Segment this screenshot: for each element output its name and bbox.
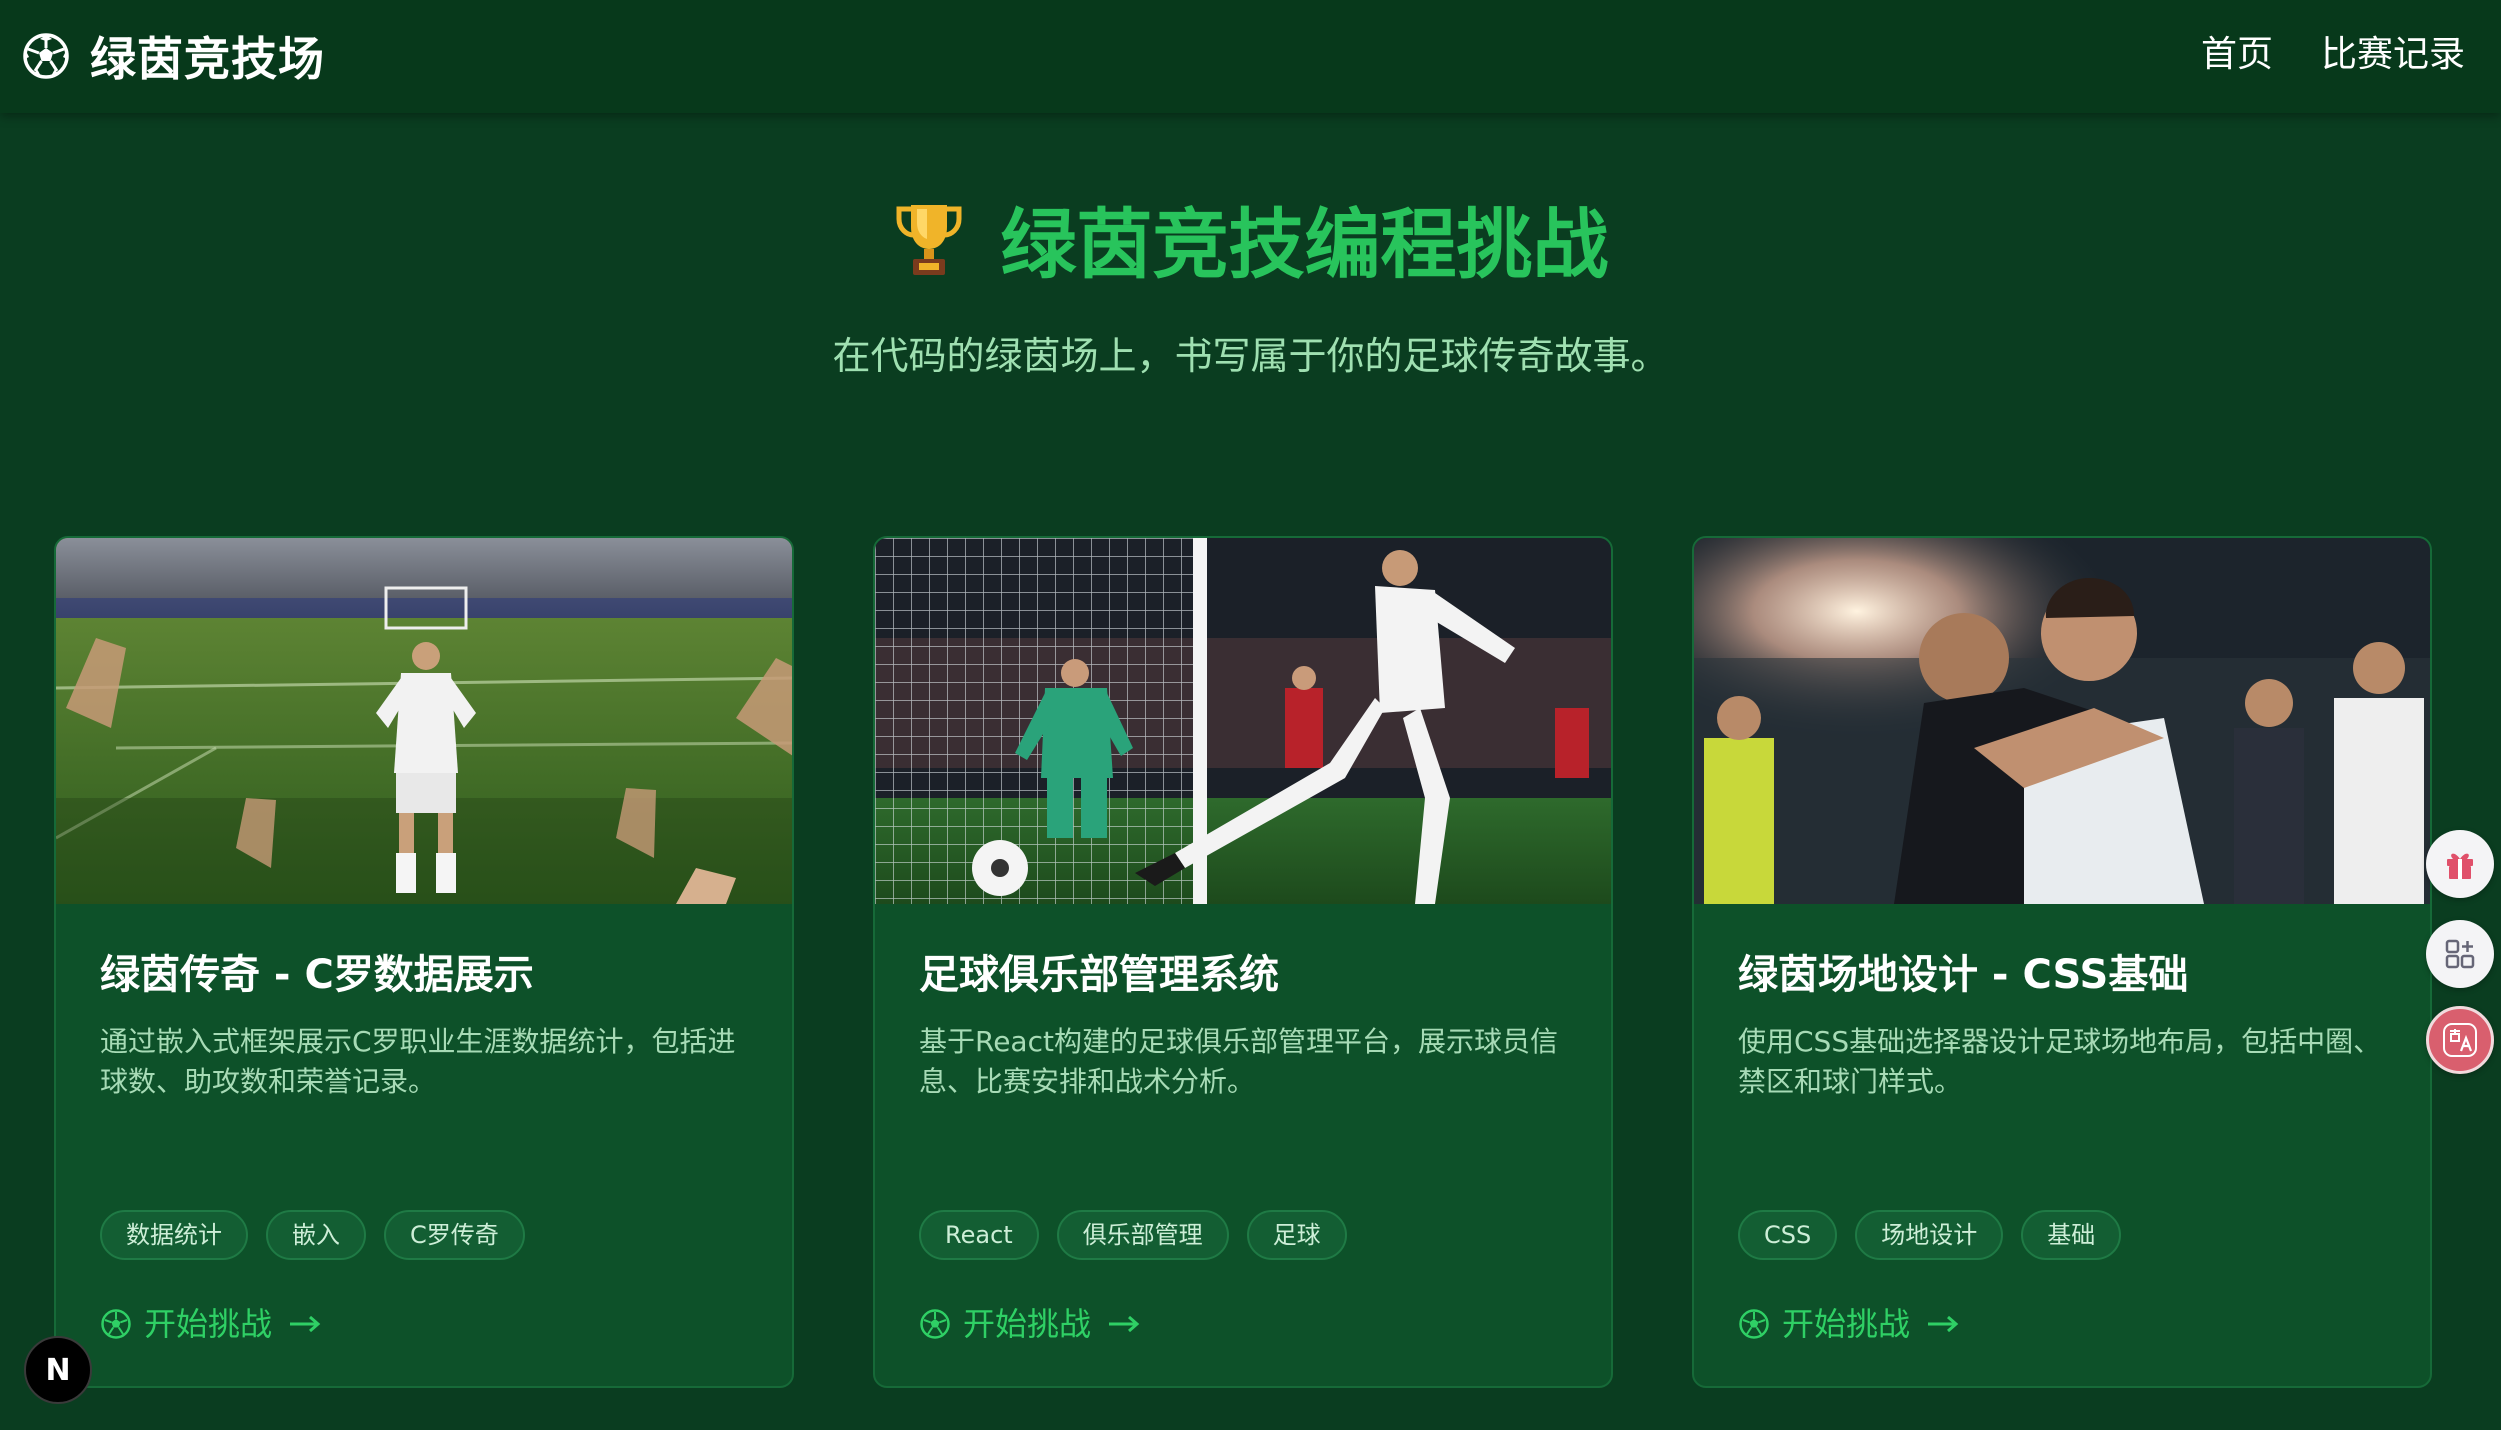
start-challenge-link[interactable]: 开始挑战 bbox=[1738, 1300, 1960, 1348]
gift-button[interactable] bbox=[2426, 830, 2494, 898]
nav-link-home[interactable]: 首页 bbox=[2201, 28, 2273, 82]
hero-subtitle: 在代码的绿茵场上，书写属于你的足球传奇故事。 bbox=[832, 334, 1669, 378]
challenge-card[interactable]: 绿茵场地设计 - CSS基础 使用CSS基础选择器设计足球场地布局，包括中圈、禁… bbox=[1692, 536, 2432, 1388]
soccer-ball-icon bbox=[101, 1309, 131, 1339]
nav-link-match-records[interactable]: 比赛记录 bbox=[2321, 28, 2465, 82]
apps-icon bbox=[2445, 939, 2475, 969]
arrow-right-icon bbox=[1928, 1315, 1959, 1333]
start-challenge-label: 开始挑战 bbox=[1782, 1305, 1911, 1343]
card-title: 足球俱乐部管理系统 bbox=[919, 952, 1279, 998]
top-navbar: 绿茵竞技场 首页 比赛记录 bbox=[0, 0, 2501, 113]
tag: 数据统计 bbox=[100, 1210, 248, 1260]
soccer-ball-icon bbox=[23, 33, 69, 79]
start-challenge-label: 开始挑战 bbox=[144, 1305, 273, 1343]
tag: CSS bbox=[1738, 1210, 1838, 1260]
nav-links: 首页 比赛记录 bbox=[2201, 28, 2465, 82]
card-title: 绿茵场地设计 - CSS基础 bbox=[1738, 952, 2189, 998]
card-image-ronaldo-celebration bbox=[56, 538, 792, 904]
tag: 足球 bbox=[1246, 1210, 1347, 1260]
tag-list: 数据统计 嵌入 C罗传奇 bbox=[100, 1210, 525, 1260]
translate-button[interactable] bbox=[2426, 1006, 2494, 1074]
brand[interactable]: 绿茵竞技场 bbox=[22, 26, 325, 86]
tag: React bbox=[919, 1210, 1039, 1260]
translate-icon bbox=[2443, 1023, 2477, 1057]
apps-button[interactable] bbox=[2426, 920, 2494, 988]
brand-name: 绿茵竞技场 bbox=[90, 32, 325, 86]
gift-icon bbox=[2447, 853, 2473, 879]
challenge-card[interactable]: 足球俱乐部管理系统 基于React构建的足球俱乐部管理平台，展示球员信息、比赛安… bbox=[873, 536, 1613, 1388]
arrow-right-icon bbox=[1109, 1315, 1140, 1333]
start-challenge-label: 开始挑战 bbox=[963, 1305, 1092, 1343]
hero-title: 绿茵竞技编程挑战 bbox=[0, 195, 2501, 295]
tag-list: React 俱乐部管理 足球 bbox=[919, 1210, 1347, 1260]
soccer-ball-icon bbox=[1739, 1309, 1769, 1339]
card-description: 使用CSS基础选择器设计足球场地布局，包括中圈、禁区和球门样式。 bbox=[1738, 1025, 2382, 1098]
trophy-icon bbox=[896, 205, 961, 275]
soccer-ball-icon bbox=[920, 1309, 950, 1339]
card-description: 通过嵌入式框架展示C罗职业生涯数据统计，包括进球数、助攻数和荣誉记录。 bbox=[100, 1025, 736, 1098]
arrow-right-icon bbox=[290, 1315, 321, 1333]
tag-list: CSS 场地设计 基础 bbox=[1738, 1210, 2122, 1260]
tag: 基础 bbox=[2021, 1210, 2122, 1260]
start-challenge-link[interactable]: 开始挑战 bbox=[100, 1300, 322, 1348]
tag: 嵌入 bbox=[266, 1210, 366, 1260]
next-dev-badge[interactable]: N bbox=[24, 1336, 92, 1404]
hero-title-text: 绿茵竞技编程挑战 bbox=[1000, 200, 1609, 289]
tag: C罗传奇 bbox=[384, 1210, 525, 1260]
card-title: 绿茵传奇 - C罗数据展示 bbox=[100, 952, 534, 998]
card-image-team-celebration bbox=[1694, 538, 2430, 904]
card-image-ronaldo-shot bbox=[875, 538, 1611, 904]
card-description: 基于React构建的足球俱乐部管理平台，展示球员信息、比赛安排和战术分析。 bbox=[919, 1025, 1558, 1098]
tag: 场地设计 bbox=[1855, 1210, 2004, 1260]
tag: 俱乐部管理 bbox=[1056, 1210, 1229, 1260]
challenge-card[interactable]: 绿茵传奇 - C罗数据展示 通过嵌入式框架展示C罗职业生涯数据统计，包括进球数、… bbox=[54, 536, 794, 1388]
start-challenge-link[interactable]: 开始挑战 bbox=[919, 1300, 1141, 1348]
